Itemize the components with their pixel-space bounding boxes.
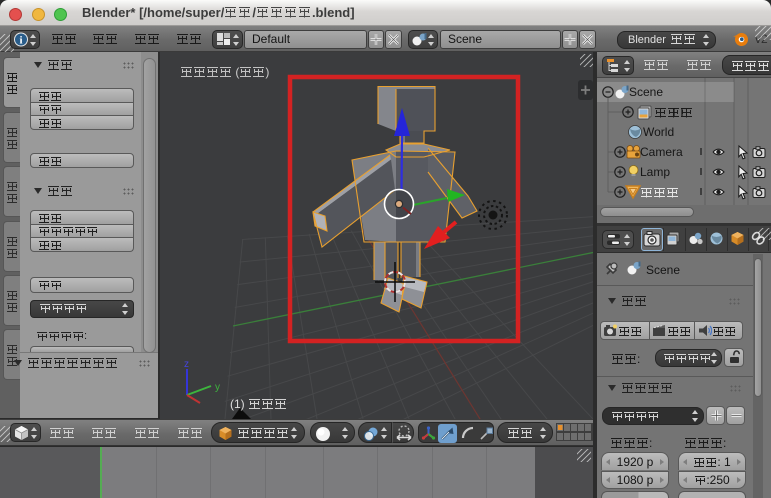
- svg-text:z: z: [184, 359, 189, 370]
- svg-text:y: y: [215, 382, 220, 393]
- svg-text:i: i: [19, 35, 22, 47]
